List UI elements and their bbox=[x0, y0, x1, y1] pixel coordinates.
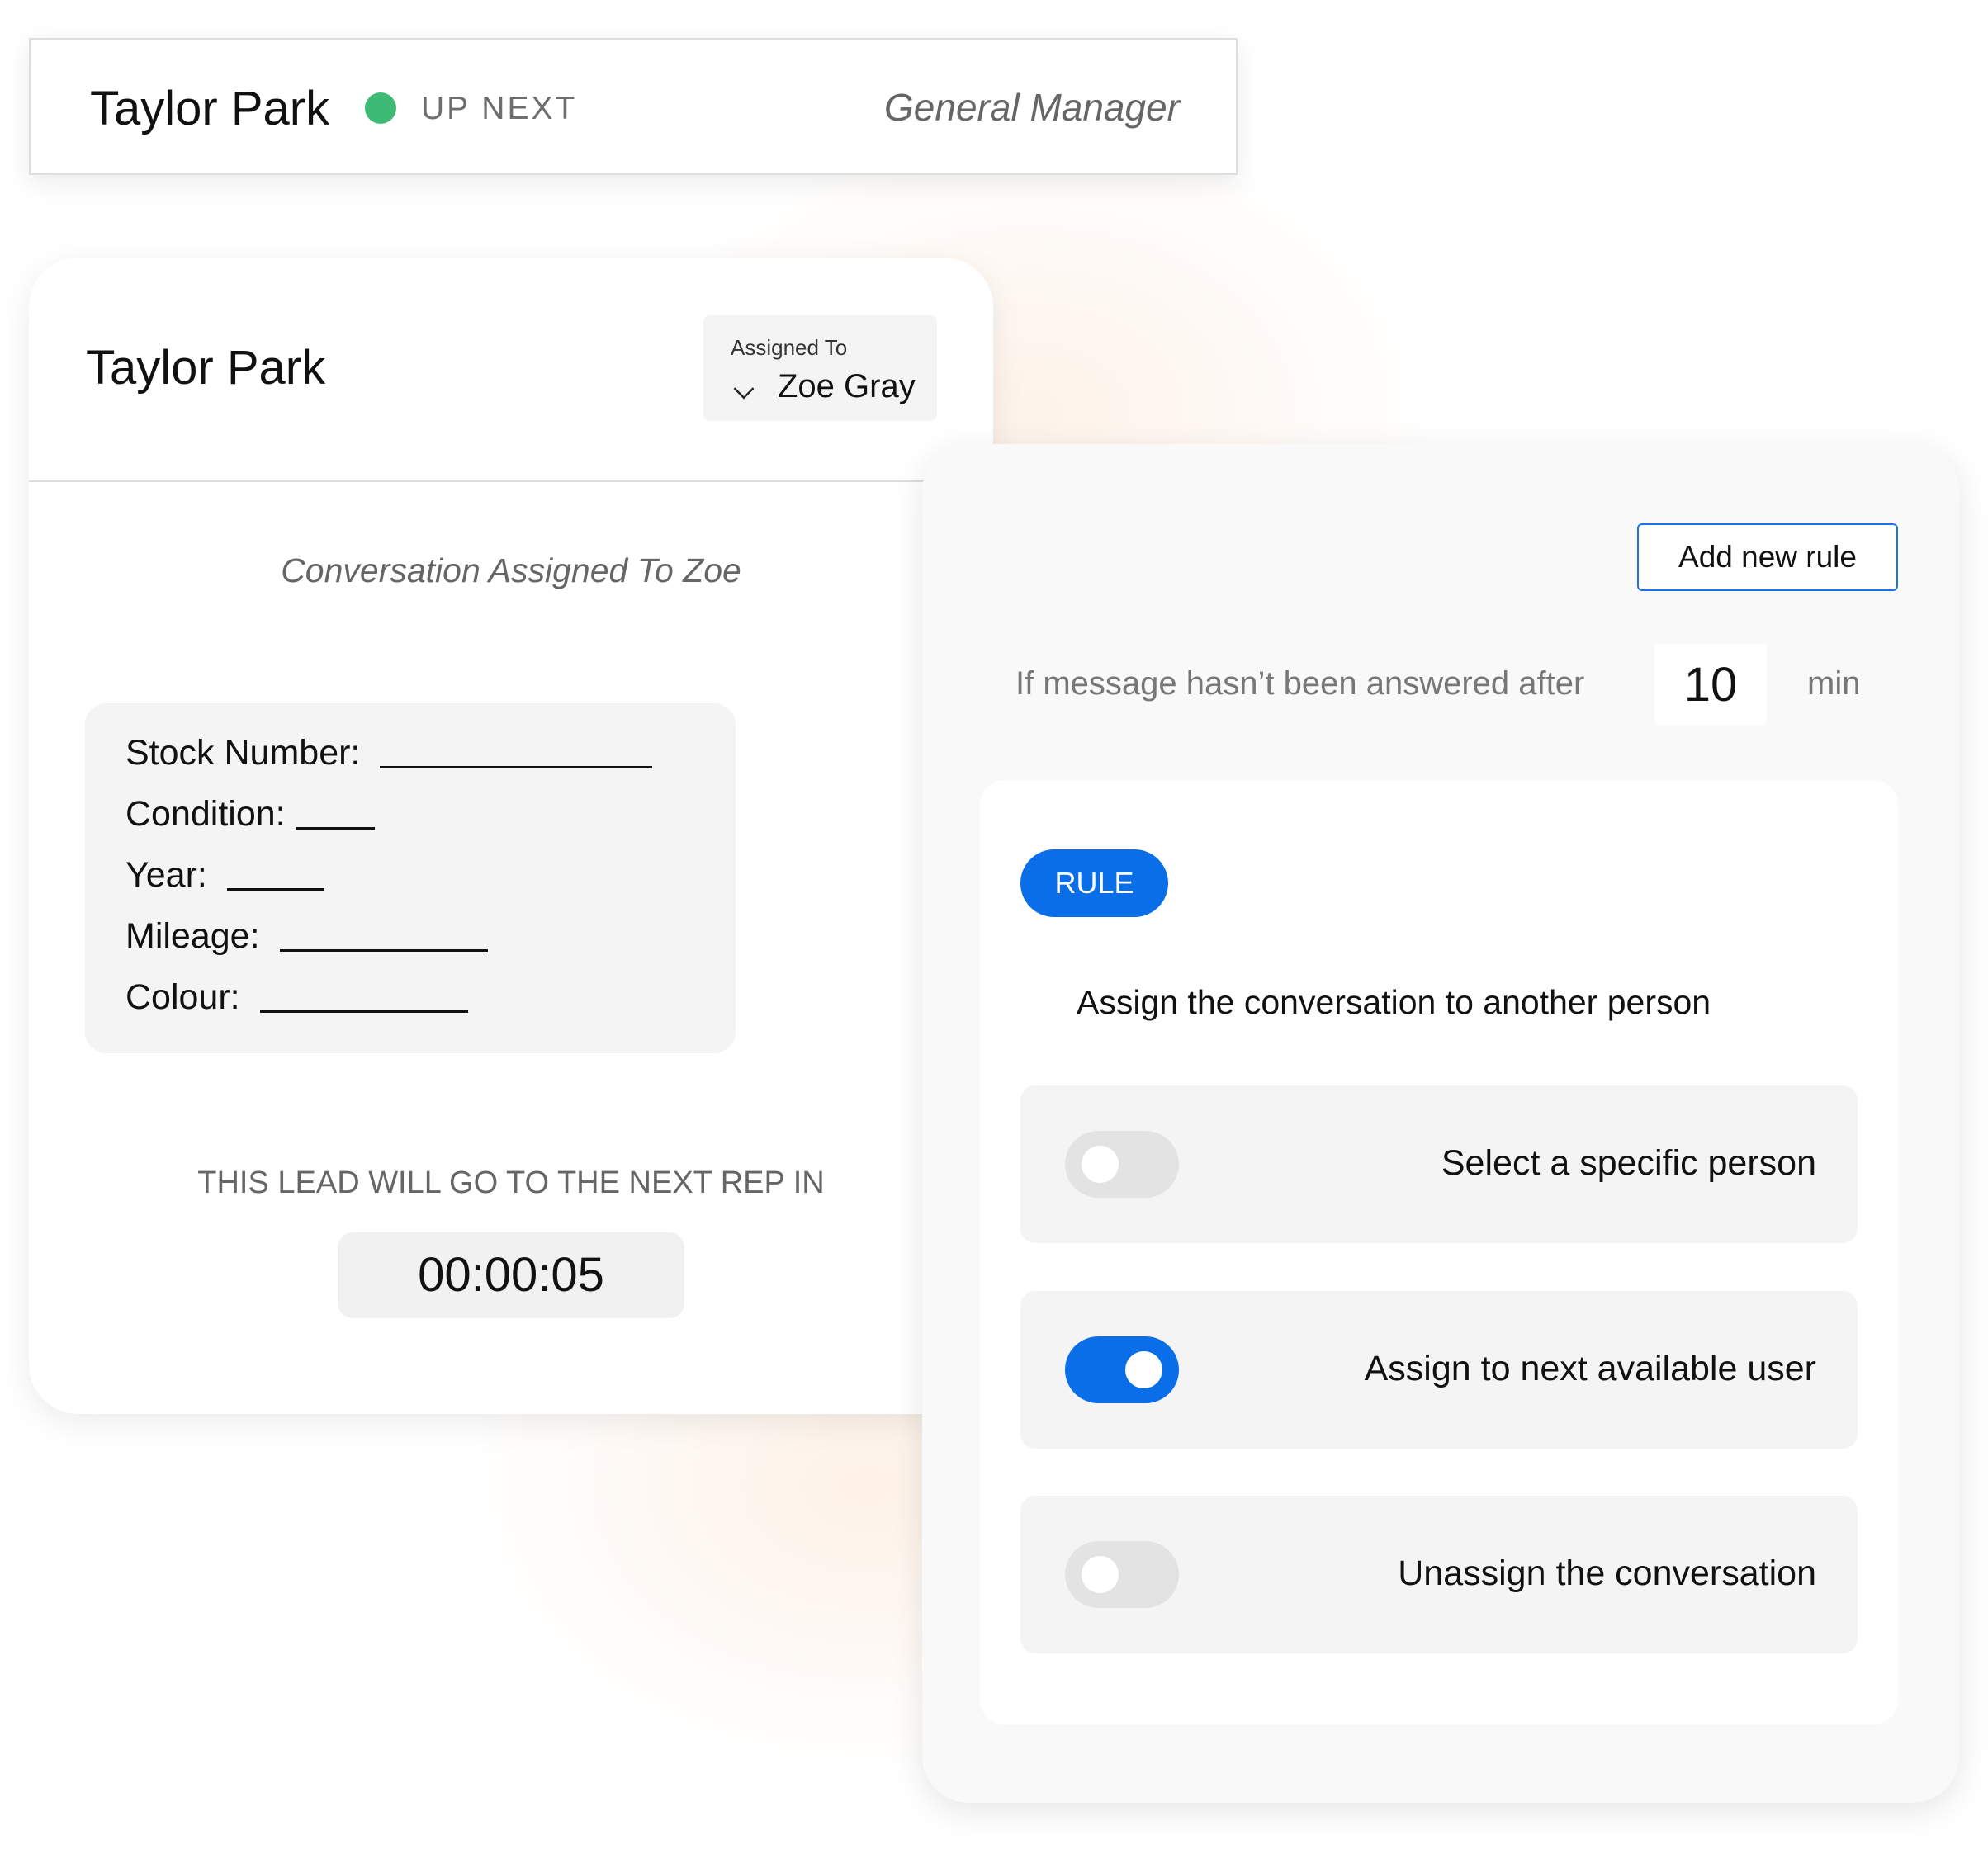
detail-value bbox=[295, 827, 375, 830]
assigned-to-dropdown[interactable]: Assigned To Zoe Gray bbox=[703, 315, 937, 421]
header-divider bbox=[29, 480, 993, 482]
minutes-input[interactable]: 10 bbox=[1654, 644, 1767, 726]
countdown-timer: 00:00:05 bbox=[338, 1232, 684, 1318]
detail-year: Year: bbox=[125, 855, 324, 896]
toggle-knob bbox=[1082, 1556, 1119, 1593]
countdown-label: THIS LEAD WILL GO TO THE NEXT REP IN bbox=[197, 1166, 825, 1200]
detail-stock-number: Stock Number: bbox=[125, 733, 653, 773]
detail-value bbox=[380, 766, 653, 768]
toggle-knob bbox=[1125, 1351, 1162, 1388]
condition-text: If message hasn’t been answered after bbox=[1015, 665, 1585, 702]
detail-label: Colour: bbox=[125, 977, 240, 1017]
rule-badge: RULE bbox=[1020, 849, 1168, 917]
detail-label: Condition: bbox=[125, 794, 286, 834]
option-label: Unassign the conversation bbox=[1398, 1553, 1816, 1593]
option-unassign-conversation: Unassign the conversation bbox=[1020, 1496, 1858, 1653]
up-next-card: Taylor Park UP NEXT General Manager bbox=[29, 38, 1238, 175]
add-new-rule-button[interactable]: Add new rule bbox=[1637, 523, 1898, 591]
lead-card: Taylor Park Assigned To Zoe Gray Convers… bbox=[29, 258, 993, 1414]
minutes-unit: min bbox=[1807, 665, 1861, 702]
detail-colour: Colour: bbox=[125, 977, 468, 1018]
detail-value bbox=[279, 949, 488, 952]
vehicle-details: Stock Number: Condition: Year: Mileage: … bbox=[85, 703, 736, 1053]
detail-label: Mileage: bbox=[125, 916, 260, 956]
detail-value bbox=[259, 1010, 468, 1013]
option-label: Select a specific person bbox=[1441, 1143, 1816, 1183]
detail-mileage: Mileage: bbox=[125, 916, 488, 957]
role-label: General Manager bbox=[884, 86, 1180, 129]
status-dot-icon bbox=[365, 92, 396, 124]
detail-condition: Condition: bbox=[125, 794, 375, 835]
rule-heading: Assign the conversation to another perso… bbox=[1077, 983, 1711, 1021]
toggle-switch[interactable] bbox=[1065, 1336, 1179, 1403]
assigned-to-label: Assigned To bbox=[731, 335, 848, 360]
contact-name: Taylor Park bbox=[90, 82, 330, 135]
rule-card: RULE Assign the conversation to another … bbox=[980, 780, 1898, 1724]
toggle-switch[interactable] bbox=[1065, 1131, 1179, 1198]
conversation-note: Conversation Assigned To Zoe bbox=[281, 551, 741, 589]
toggle-knob bbox=[1082, 1146, 1119, 1183]
option-label: Assign to next available user bbox=[1364, 1349, 1816, 1388]
rules-panel: Add new rule If message hasn’t been answ… bbox=[922, 444, 1959, 1803]
chevron-down-icon bbox=[733, 378, 755, 400]
option-select-specific-person: Select a specific person bbox=[1020, 1085, 1858, 1243]
detail-label: Stock Number: bbox=[125, 733, 361, 773]
option-assign-next-available: Assign to next available user bbox=[1020, 1291, 1858, 1449]
lead-name: Taylor Park bbox=[86, 341, 326, 395]
status-label: UP NEXT bbox=[421, 91, 578, 126]
assigned-to-value: Zoe Gray bbox=[778, 368, 916, 404]
detail-label: Year: bbox=[125, 855, 207, 895]
toggle-switch[interactable] bbox=[1065, 1541, 1179, 1608]
detail-value bbox=[226, 888, 324, 891]
